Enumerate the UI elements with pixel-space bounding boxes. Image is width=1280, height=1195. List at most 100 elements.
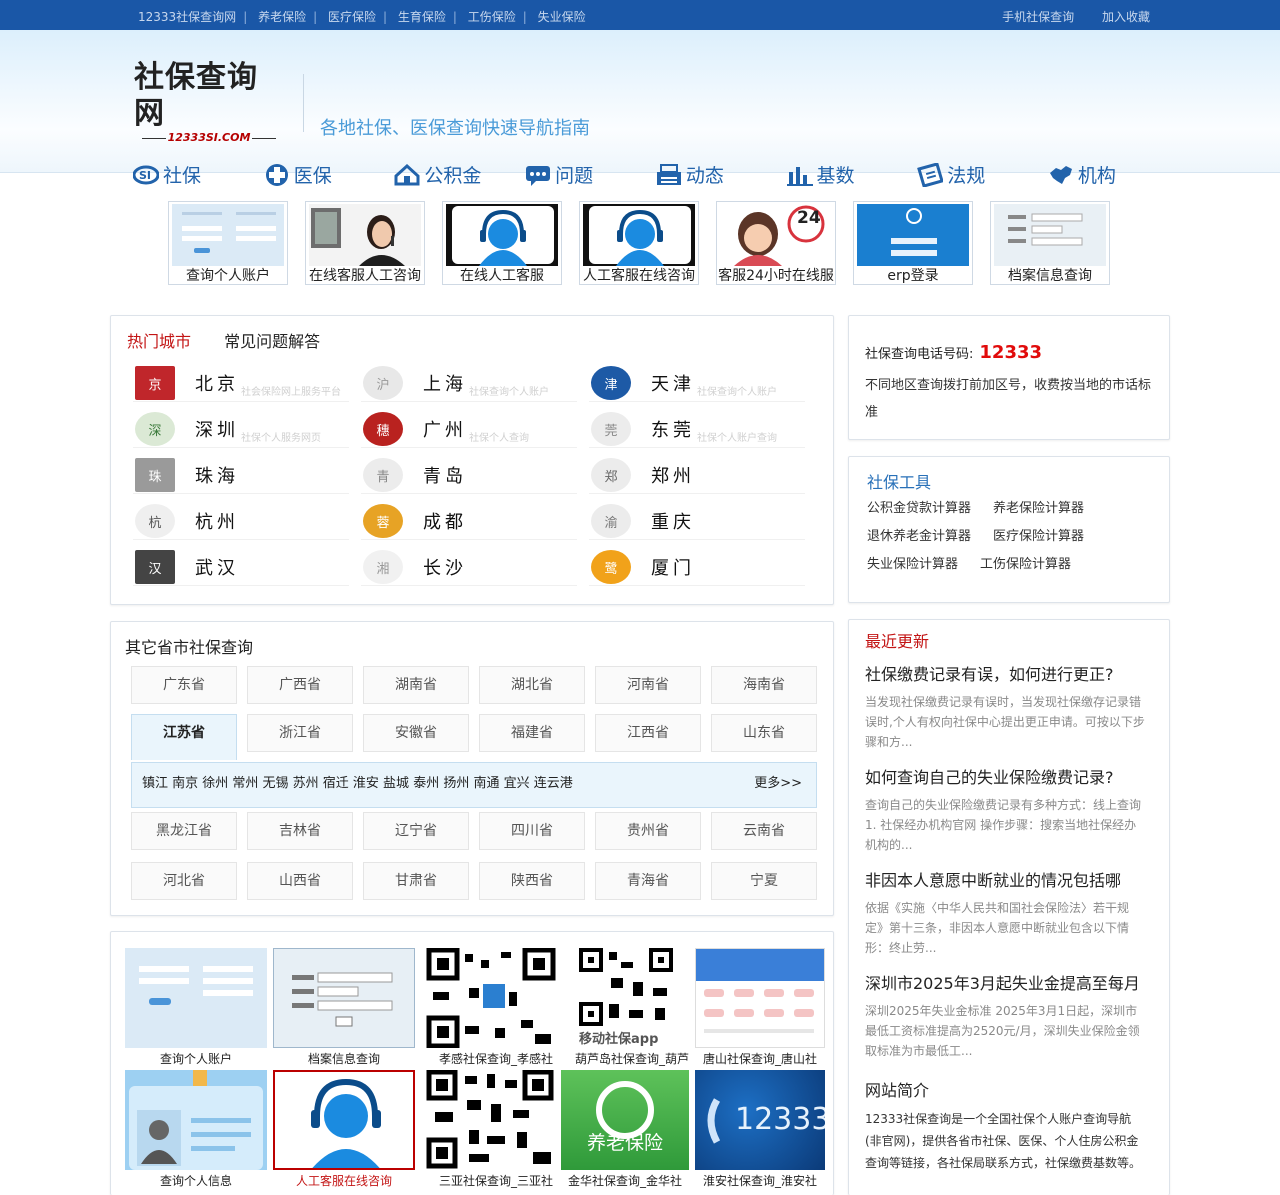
nav-yibao[interactable]: 医保 [264, 161, 364, 188]
news-headline[interactable]: 社保缴费记录有误，如何进行更正? [865, 664, 1147, 686]
province-button[interactable]: 辽宁省 [363, 812, 469, 850]
province-button[interactable]: 贵州省 [595, 812, 701, 850]
nav-jishu[interactable]: 基数 [786, 161, 887, 188]
province-city-list[interactable]: 镇江 南京 徐州 常州 无锡 苏州 宿迁 淮安 盐城 泰州 扬州 南通 宜兴 连… [142, 776, 573, 791]
province-button[interactable]: 福建省 [479, 714, 585, 752]
city-link[interactable]: 鹭厦门 [589, 546, 805, 586]
tool-link[interactable]: 工伤保险计算器 [980, 557, 1071, 572]
province-button[interactable]: 吉林省 [247, 812, 353, 850]
province-button[interactable]: 江苏省 [131, 714, 237, 760]
gallery-item[interactable]: 查询个人账户 [125, 948, 267, 1066]
top-link-home[interactable]: 12333社保查询网 [138, 8, 236, 25]
city-name[interactable]: 武汉 [195, 554, 239, 580]
city-name[interactable]: 厦门 [651, 554, 695, 580]
province-button[interactable]: 黑龙江省 [131, 812, 237, 850]
province-button[interactable]: 湖北省 [479, 666, 585, 704]
news-headline[interactable]: 深圳市2025年3月起失业金提高至每月 [865, 973, 1147, 995]
city-name[interactable]: 天津 [651, 370, 695, 396]
city-link[interactable]: 杭杭州 [133, 500, 349, 540]
news-item[interactable]: 深圳市2025年3月起失业金提高至每月 深圳2025年失业金标准 2025年3月1… [865, 973, 1147, 1061]
province-button[interactable]: 云南省 [711, 812, 817, 850]
city-link[interactable]: 湘长沙 [361, 546, 577, 586]
city-link[interactable]: 珠珠海 [133, 454, 349, 494]
province-button[interactable]: 安徽省 [363, 714, 469, 752]
gallery-item[interactable]: 三亚社保查询_三亚社 [425, 1070, 567, 1188]
tool-link[interactable]: 失业保险计算器 [867, 557, 958, 572]
tab-hot-cities[interactable]: 热门城市 [127, 332, 191, 351]
city-name[interactable]: 重庆 [651, 508, 695, 534]
nav-wenti[interactable]: 问题 [525, 161, 625, 188]
shortcut-account[interactable]: 查询个人账户 [168, 201, 288, 285]
city-name[interactable]: 长沙 [423, 554, 467, 580]
nav-fagui[interactable]: 法规 [917, 161, 1017, 188]
city-link[interactable]: 沪上海 社保查询个人账户 [361, 362, 577, 402]
tool-link[interactable]: 医疗保险计算器 [993, 529, 1084, 544]
site-logo[interactable]: 社保查询网 12333SI.COM [134, 60, 284, 144]
gallery-item[interactable]: 12333 淮安社保查询_淮安社 [695, 1070, 825, 1188]
province-button[interactable]: 广西省 [247, 666, 353, 704]
city-link[interactable]: 青青岛 [361, 454, 577, 494]
top-link-maternity[interactable]: 生育保险 [398, 8, 446, 25]
shortcut-agent-consult[interactable]: 在线客服人工咨询 [305, 201, 425, 285]
gallery-item[interactable]: 查询个人信息 [125, 1070, 267, 1188]
province-button[interactable]: 广东省 [131, 666, 237, 704]
city-name[interactable]: 北京 [195, 370, 239, 396]
province-button[interactable]: 陕西省 [479, 862, 585, 900]
shortcut-archive[interactable]: 档案信息查询 [990, 201, 1110, 285]
gallery-item[interactable]: 养老保险 金华社保查询_金华社 [561, 1070, 689, 1188]
city-name[interactable]: 广州 [423, 416, 467, 442]
city-link[interactable]: 深深圳 社保个人服务网页 [133, 408, 349, 448]
nav-jigou[interactable]: 机构 [1048, 161, 1148, 188]
shortcut-24h[interactable]: 24 客服24小时在线服 [716, 201, 836, 285]
city-name[interactable]: 杭州 [195, 508, 239, 534]
city-name[interactable]: 深圳 [195, 416, 239, 442]
news-headline[interactable]: 如何查询自己的失业保险缴费记录? [865, 767, 1147, 789]
mobile-link[interactable]: 手机社保查询 [1002, 10, 1074, 24]
city-link[interactable]: 渝重庆 [589, 500, 805, 540]
news-item[interactable]: 社保缴费记录有误，如何进行更正? 当发现社保缴费记录有误时，当发现社保缴存记录错误… [865, 664, 1147, 752]
province-button[interactable]: 四川省 [479, 812, 585, 850]
more-link[interactable]: 更多>> [754, 763, 802, 805]
province-button[interactable]: 甘肃省 [363, 862, 469, 900]
city-link[interactable]: 穗广州 社保个人查询 [361, 408, 577, 448]
news-item[interactable]: 如何查询自己的失业保险缴费记录? 查询自己的失业保险缴费记录有多种方式：线上查询 … [865, 767, 1147, 855]
city-name[interactable]: 珠海 [195, 462, 239, 488]
nav-shebao[interactable]: SI 社保 [133, 161, 233, 188]
city-name[interactable]: 成都 [423, 508, 467, 534]
tool-link[interactable]: 退休养老金计算器 [867, 529, 971, 544]
city-link[interactable]: 汉武汉 [133, 546, 349, 586]
tool-link[interactable]: 养老保险计算器 [993, 501, 1084, 516]
nav-gongjijin[interactable]: 公积金 [394, 161, 494, 188]
tool-link[interactable]: 公积金贷款计算器 [867, 501, 971, 516]
city-link[interactable]: 郑郑州 [589, 454, 805, 494]
gallery-item[interactable]: 孝感社保查询_孝感社 [425, 948, 567, 1066]
province-button[interactable]: 浙江省 [247, 714, 353, 752]
province-button[interactable]: 青海省 [595, 862, 701, 900]
province-button[interactable]: 河北省 [131, 862, 237, 900]
city-name[interactable]: 青岛 [423, 462, 467, 488]
gallery-item[interactable]: 唐山社保查询_唐山社 [695, 948, 825, 1066]
gallery-item[interactable]: 移动社保app 葫芦岛社保查询_葫芦 [561, 948, 703, 1066]
top-link-injury[interactable]: 工伤保险 [468, 8, 516, 25]
city-link[interactable]: 蓉成都 [361, 500, 577, 540]
tab-faq[interactable]: 常见问题解答 [224, 332, 320, 351]
top-link-pension[interactable]: 养老保险 [258, 8, 306, 25]
shortcut-online-agent[interactable]: 在线人工客服 [442, 201, 562, 285]
city-link[interactable]: 京北京 社会保险网上服务平台 [133, 362, 349, 402]
news-item[interactable]: 非因本人意愿中断就业的情况包括哪 依据《实施〈中华人民共和国社会保险法〉若干规定》… [865, 870, 1147, 958]
city-name[interactable]: 东莞 [651, 416, 695, 442]
province-button[interactable]: 湖南省 [363, 666, 469, 704]
province-button[interactable]: 山西省 [247, 862, 353, 900]
top-link-medical[interactable]: 医疗保险 [328, 8, 376, 25]
news-headline[interactable]: 非因本人意愿中断就业的情况包括哪 [865, 870, 1147, 892]
province-button[interactable]: 江西省 [595, 714, 701, 752]
nav-dongtai[interactable]: 动态 [656, 161, 756, 188]
top-link-unemployment[interactable]: 失业保险 [538, 8, 586, 25]
city-link[interactable]: 津天津 社保查询个人账户 [589, 362, 805, 402]
gallery-item[interactable]: 档案信息查询 [273, 948, 415, 1066]
shortcut-agent-online[interactable]: 人工客服在线咨询 [579, 201, 699, 285]
province-button[interactable]: 河南省 [595, 666, 701, 704]
bookmark-link[interactable]: 加入收藏 [1102, 10, 1150, 24]
province-button[interactable]: 宁夏 [711, 862, 817, 900]
province-button[interactable]: 山东省 [711, 714, 817, 752]
